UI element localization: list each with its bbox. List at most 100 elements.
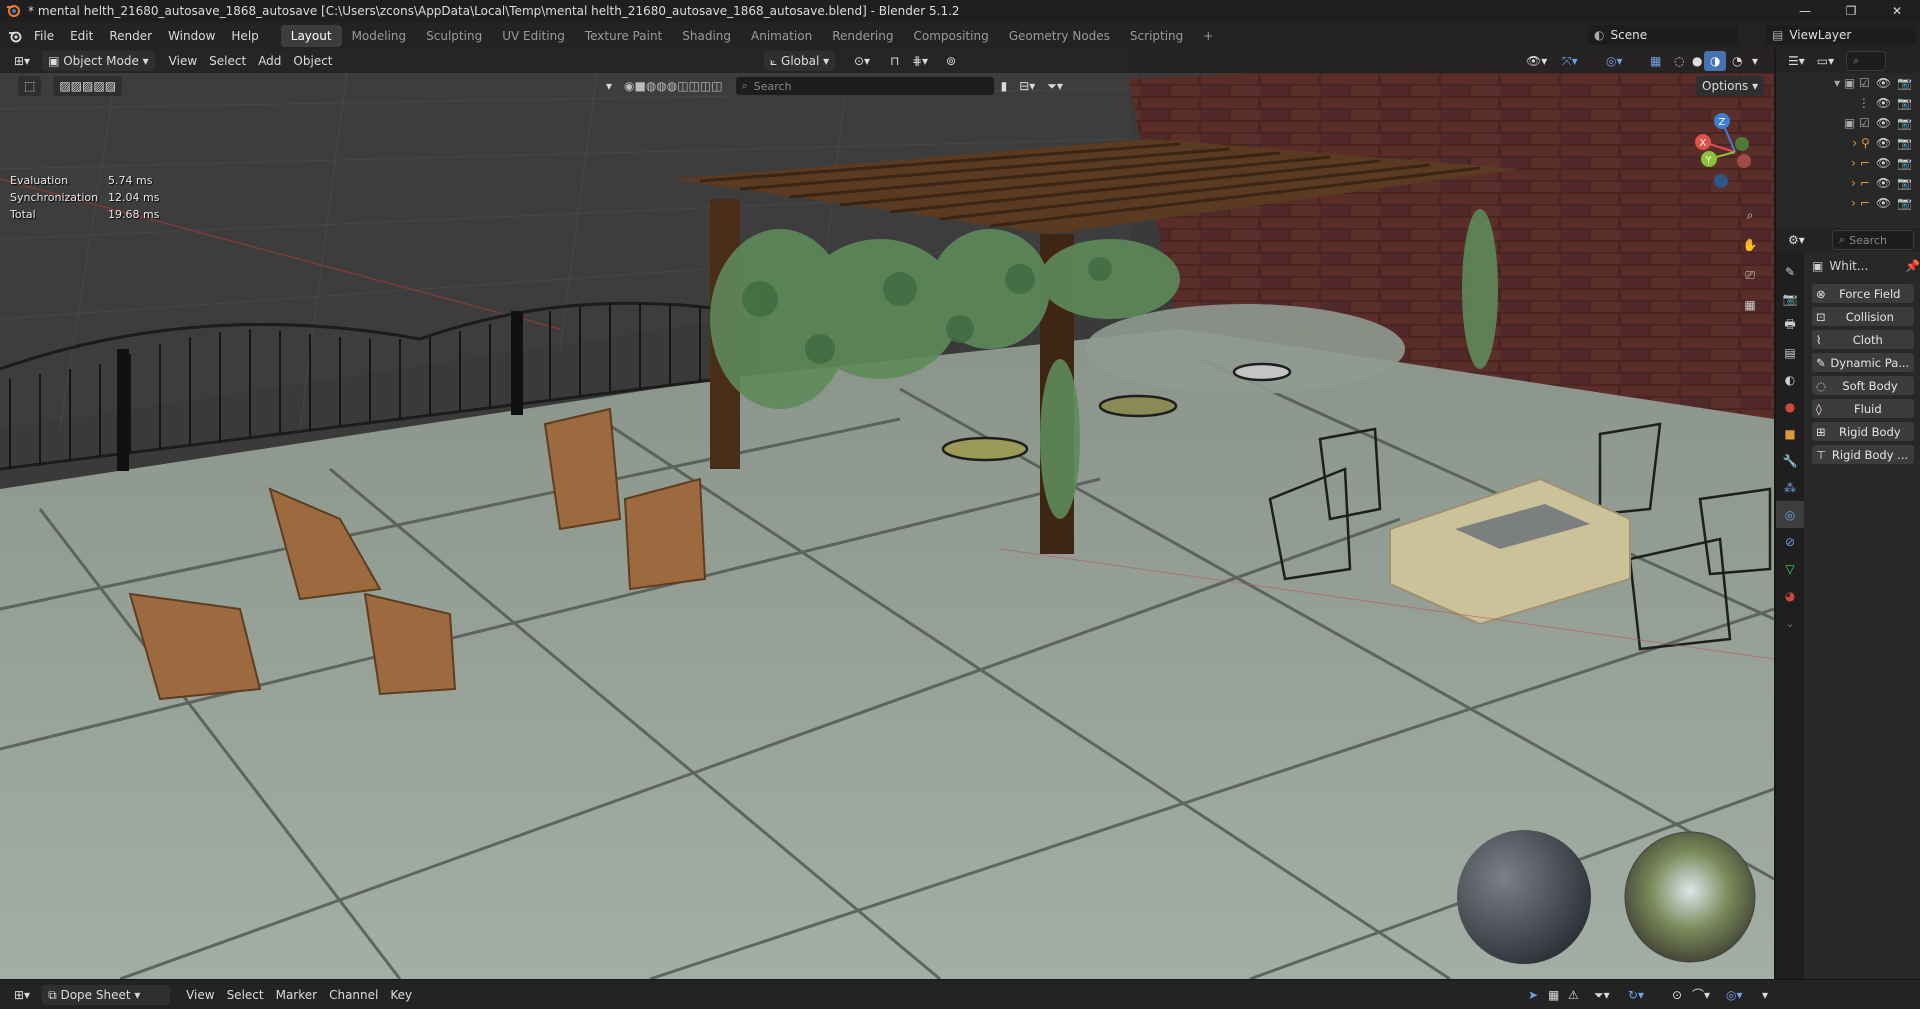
tab-scripting[interactable]: Scripting bbox=[1120, 25, 1193, 47]
filter-icon[interactable]: ⏷▾ bbox=[1588, 985, 1616, 1005]
display-mode-icon[interactable]: ▭▾ bbox=[1811, 51, 1840, 71]
shading-options-icon[interactable]: ▾ bbox=[1746, 51, 1764, 71]
collision-button[interactable]: ⊡ Collision bbox=[1812, 307, 1914, 326]
view-layer-selector[interactable]: ▤ ViewLayer bbox=[1766, 25, 1916, 45]
filter-icons[interactable]: ◉■◍◍◍◫◫◫◫ bbox=[618, 76, 729, 96]
outliner-row[interactable]: › ⌐ 👁 📷 bbox=[1776, 193, 1920, 213]
material-tab-icon[interactable]: ◕ bbox=[1776, 582, 1804, 609]
more-icon[interactable]: ▾ bbox=[1756, 985, 1774, 1005]
menu-select[interactable]: Select bbox=[221, 985, 270, 1005]
pan-hand-icon[interactable]: ✋ bbox=[1737, 230, 1763, 260]
properties-search-input[interactable]: ⌕ Search bbox=[1832, 230, 1914, 250]
output-tab-icon[interactable]: 🖶 bbox=[1776, 312, 1804, 339]
outliner-search-input[interactable]: ⌕ bbox=[1846, 51, 1887, 71]
particles-tab-icon[interactable]: ⁂ bbox=[1776, 474, 1804, 501]
menu-help[interactable]: Help bbox=[223, 25, 266, 47]
maximize-button[interactable]: ❐ bbox=[1828, 0, 1874, 22]
camera-view-icon[interactable]: ⎚ bbox=[1737, 260, 1763, 290]
gizmo-toggle-icon[interactable]: ⤧▾ bbox=[1556, 51, 1584, 71]
outliner-row[interactable]: ▾ ▣ ☑ 👁 📷 bbox=[1776, 73, 1920, 93]
3d-viewport[interactable]: Evaluation 5.74 ms Synchronization 12.04 m… bbox=[0, 49, 1774, 979]
tab-shading[interactable]: Shading bbox=[672, 25, 741, 47]
menu-view[interactable]: View bbox=[180, 985, 220, 1005]
editor-mode-selector[interactable]: ⧉ Dope Sheet ▾ bbox=[42, 984, 171, 1005]
snap-icon[interactable]: ↻▾ bbox=[1622, 985, 1650, 1005]
force-field-button[interactable]: ⊗ Force Field bbox=[1812, 284, 1914, 303]
xray-icon[interactable]: ▦ bbox=[1644, 51, 1667, 71]
tab-texture-paint[interactable]: Texture Paint bbox=[575, 25, 672, 47]
options-dropdown[interactable]: Options ▾ bbox=[1696, 76, 1765, 96]
soft-body-button[interactable]: ◌ Soft Body bbox=[1812, 376, 1914, 395]
outliner-row[interactable]: › ⚲ 👁 📷 bbox=[1776, 133, 1920, 153]
menu-file[interactable]: File bbox=[26, 25, 62, 47]
outliner-row[interactable]: ⋮ 👁 📷 bbox=[1776, 93, 1920, 113]
menu-render[interactable]: Render bbox=[101, 25, 160, 47]
blender-menu-icon[interactable] bbox=[4, 25, 26, 47]
layout-icon[interactable]: ⊟▾ bbox=[1013, 76, 1041, 96]
funnel-icon[interactable]: ⏷▾ bbox=[1041, 76, 1069, 96]
outliner-row[interactable]: ▣ ☑ 👁 📷 bbox=[1776, 113, 1920, 133]
scene-tab-icon[interactable]: ◐ bbox=[1776, 366, 1804, 393]
pivot-point-icon[interactable]: ⊙▾ bbox=[848, 51, 876, 71]
menu-select[interactable]: Select bbox=[203, 51, 252, 71]
tab-uv-editing[interactable]: UV Editing bbox=[492, 25, 575, 47]
tab-animation[interactable]: Animation bbox=[741, 25, 822, 47]
view-layer-tab-icon[interactable]: ▤ bbox=[1776, 339, 1804, 366]
tab-rendering[interactable]: Rendering bbox=[822, 25, 903, 47]
navigation-gizmo[interactable]: Z X Y bbox=[1690, 112, 1780, 192]
editor-type-icon[interactable]: ⊞▾ bbox=[8, 51, 36, 71]
outliner-editor-icon[interactable]: ☰▾ bbox=[1782, 51, 1811, 71]
bookmark-icon[interactable]: ▮ bbox=[995, 76, 1014, 96]
close-button[interactable]: ✕ bbox=[1874, 0, 1920, 22]
object-tab-icon[interactable]: ■ bbox=[1776, 420, 1804, 447]
mode-selector[interactable]: ▣ Object Mode ▾ bbox=[42, 51, 155, 71]
visibility-icon[interactable]: 👁▾ bbox=[1520, 51, 1553, 71]
menu-edit[interactable]: Edit bbox=[62, 25, 101, 47]
select-box-icon[interactable]: ⬚ bbox=[18, 76, 42, 96]
shading-material-icon[interactable]: ◑ bbox=[1704, 51, 1727, 71]
rigid-body-constraint-button[interactable]: ⊤ Rigid Body ... bbox=[1812, 445, 1914, 464]
selection-mode-icon[interactable]: ▨▨▨▨▨ bbox=[53, 76, 123, 96]
overlays-icon[interactable]: ◎▾ bbox=[1600, 51, 1629, 71]
minimize-button[interactable]: — bbox=[1782, 0, 1828, 22]
falloff-icon[interactable]: ⌒▾ bbox=[1686, 985, 1716, 1005]
menu-window[interactable]: Window bbox=[160, 25, 223, 47]
menu-key[interactable]: Key bbox=[384, 985, 418, 1005]
viewport-search-input[interactable]: ⌕ Search bbox=[734, 76, 995, 96]
overlays-icon[interactable]: ◎▾ bbox=[1720, 985, 1749, 1005]
transform-orientation-selector[interactable]: ⟀ Global ▾ bbox=[764, 51, 836, 71]
perspective-grid-icon[interactable]: ▦ bbox=[1737, 290, 1763, 320]
proportional-editing-icon[interactable]: ⊚ bbox=[940, 51, 962, 71]
cloth-button[interactable]: ⌇ Cloth bbox=[1812, 330, 1914, 349]
tab-geometry-nodes[interactable]: Geometry Nodes bbox=[999, 25, 1120, 47]
outliner-row[interactable]: › ⌐ 👁 📷 bbox=[1776, 173, 1920, 193]
menu-channel[interactable]: Channel bbox=[323, 985, 384, 1005]
menu-view[interactable]: View bbox=[163, 51, 203, 71]
dynamic-paint-button[interactable]: ✎ Dynamic Pa... bbox=[1812, 353, 1914, 372]
tab-compositing[interactable]: Compositing bbox=[903, 25, 998, 47]
rigid-body-button[interactable]: ⊞ Rigid Body bbox=[1812, 422, 1914, 441]
more-tabs-icon[interactable]: ⌄ bbox=[1776, 609, 1804, 636]
menu-object[interactable]: Object bbox=[287, 51, 338, 71]
menu-marker[interactable]: Marker bbox=[270, 985, 323, 1005]
editor-type-icon[interactable]: ⊞▾ bbox=[8, 985, 36, 1005]
snap-icon[interactable]: ⊓ bbox=[884, 51, 905, 71]
pin-icon[interactable]: 📌 bbox=[1905, 259, 1920, 273]
outliner-row[interactable]: › ⌐ 👁 📷 bbox=[1776, 153, 1920, 173]
tab-sculpting[interactable]: Sculpting bbox=[416, 25, 492, 47]
collapse-icon[interactable]: ▾ bbox=[600, 76, 618, 96]
tool-tab-icon[interactable]: ✎ bbox=[1776, 258, 1804, 285]
zoom-icon[interactable]: ⌕ bbox=[1737, 200, 1763, 230]
constraints-tab-icon[interactable]: ⊘ bbox=[1776, 528, 1804, 555]
fluid-button[interactable]: ◊ Fluid bbox=[1812, 399, 1914, 418]
properties-editor-icon[interactable]: ⚙▾ bbox=[1782, 230, 1811, 250]
scene-selector[interactable]: ◐ Scene bbox=[1588, 25, 1738, 45]
physics-tab-icon[interactable]: ◎ bbox=[1776, 501, 1804, 528]
world-tab-icon[interactable]: ● bbox=[1776, 393, 1804, 420]
only-selected-icon[interactable]: ➤ bbox=[1522, 985, 1544, 1005]
tab-layout[interactable]: Layout bbox=[280, 24, 342, 47]
data-tab-icon[interactable]: ▽ bbox=[1776, 555, 1804, 582]
tab-modeling[interactable]: Modeling bbox=[342, 25, 417, 47]
proportional-icon[interactable]: ⊙ bbox=[1666, 985, 1688, 1005]
menu-add[interactable]: Add bbox=[252, 51, 287, 71]
